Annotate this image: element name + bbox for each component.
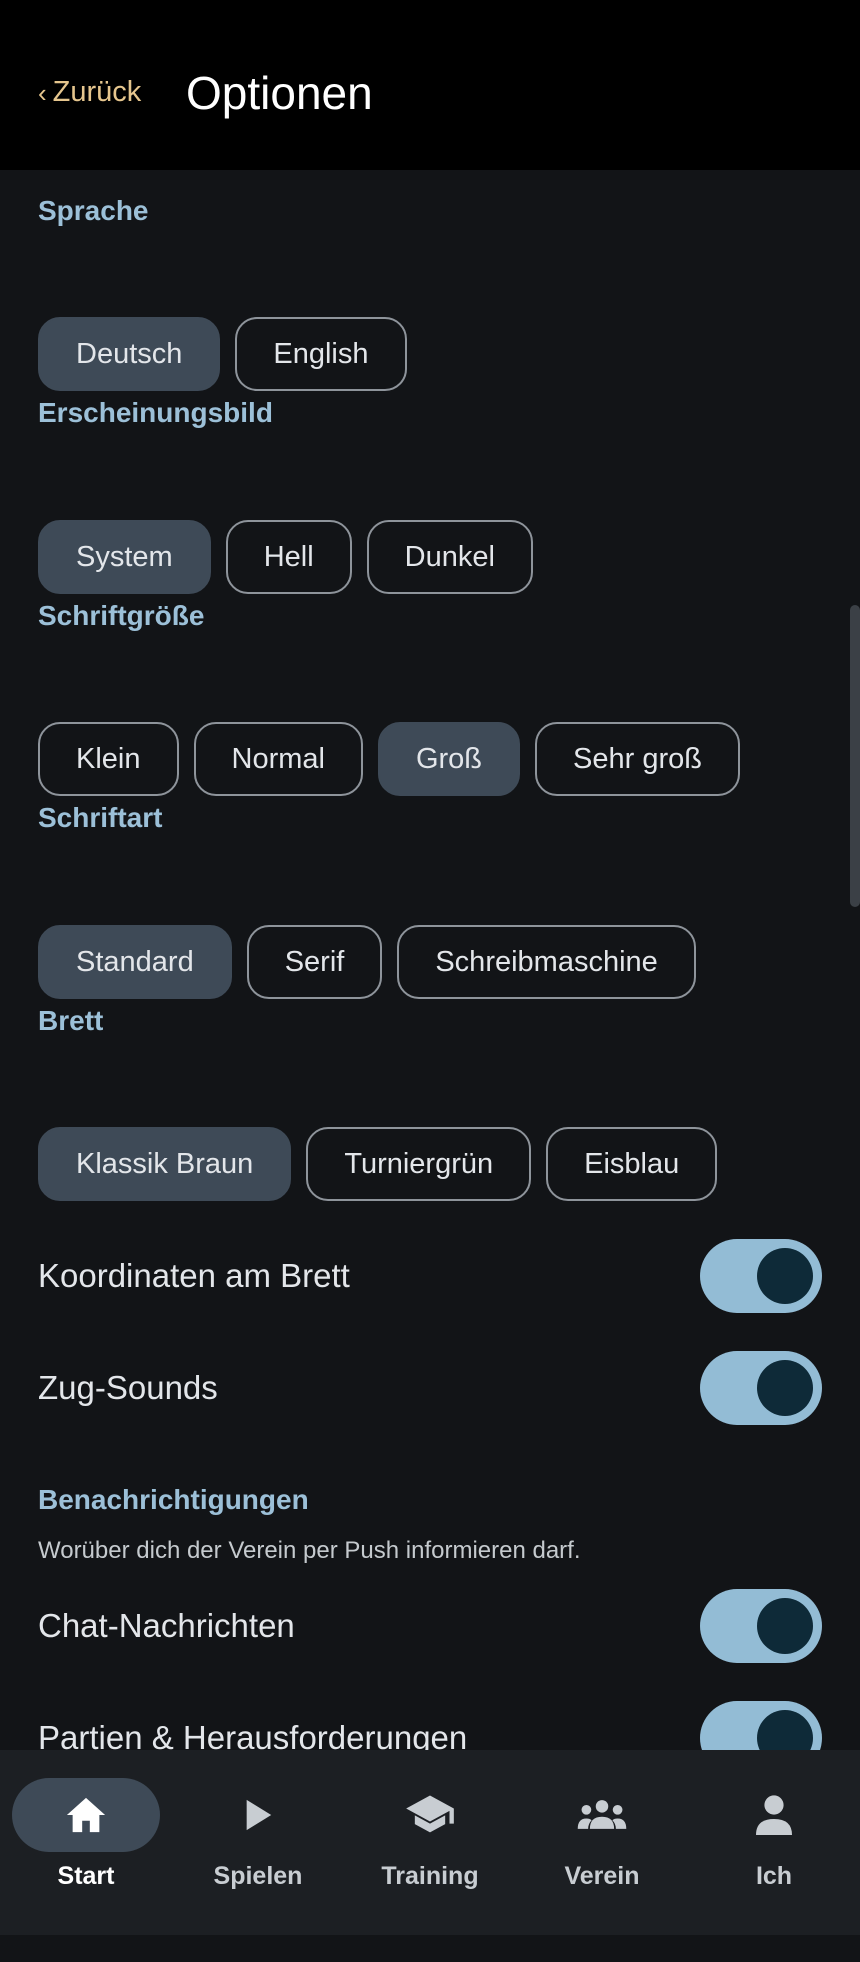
chip-system[interactable]: System (38, 520, 211, 594)
nav-label-ich: Ich (755, 1862, 793, 1890)
nav-item-training[interactable]: Training (344, 1750, 516, 1935)
nav-label-training: Training (381, 1862, 479, 1890)
back-button[interactable]: ‹ Zurück (38, 76, 141, 109)
nav-item-ich[interactable]: Ich (688, 1750, 860, 1935)
system-gesture-bar (0, 1935, 860, 1962)
chip-group-appearance: System Hell Dunkel (38, 520, 533, 594)
chip-schreibmaschine[interactable]: Schreibmaschine (397, 925, 696, 999)
school-icon (404, 1788, 456, 1842)
section-title-language: Sprache (38, 195, 149, 226)
setting-label-sounds: Zug-Sounds (38, 1369, 218, 1406)
games-toggle[interactable] (700, 1701, 822, 1750)
toggle-knob (757, 1710, 813, 1750)
sounds-toggle[interactable] (700, 1351, 822, 1425)
section-title-appearance: Erscheinungsbild (38, 397, 273, 428)
nav-label-verein: Verein (564, 1862, 640, 1890)
setting-row-sounds: Zug-Sounds (38, 1350, 822, 1426)
chip-deutsch[interactable]: Deutsch (38, 317, 221, 391)
chip-group-font-size: Klein Normal Groß Sehr groß (38, 722, 740, 796)
toggle-knob (757, 1360, 813, 1416)
home-icon (60, 1788, 112, 1842)
chip-group-font: Standard Serif Schreibmaschine (38, 925, 696, 999)
section-title-board: Brett (38, 1005, 104, 1036)
chevron-left-icon: ‹ (38, 77, 47, 108)
chip-klein[interactable]: Klein (38, 722, 179, 796)
person-icon (748, 1788, 800, 1842)
toggle-knob (757, 1248, 813, 1304)
setting-label-coordinates: Koordinaten am Brett (38, 1257, 350, 1294)
notifications-subtitle: Worüber dich der Verein per Push informi… (38, 1537, 581, 1564)
chip-group-language: Deutsch English (38, 317, 407, 391)
page-title: Optionen (186, 67, 373, 119)
section-title-notifications: Benachrichtigungen (38, 1484, 309, 1515)
section-title-font: Schriftart (38, 802, 163, 833)
back-label: Zurück (52, 76, 142, 108)
chip-eisblau[interactable]: Eisblau (546, 1127, 718, 1201)
chip-normal[interactable]: Normal (193, 722, 363, 796)
options-content[interactable]: Sprache Deutsch English Erscheinungsbild… (0, 170, 860, 1750)
nav-item-start[interactable]: Start (0, 1750, 172, 1935)
chip-turniergruen[interactable]: Turniergrün (306, 1127, 532, 1201)
chat-toggle[interactable] (700, 1589, 822, 1663)
chip-hell[interactable]: Hell (225, 520, 352, 594)
chip-sehr-gross[interactable]: Sehr groß (535, 722, 740, 796)
chip-gross[interactable]: Groß (377, 722, 521, 796)
bottom-navigation: Start Spielen Training Verein Ich (0, 1750, 860, 1935)
setting-label-games: Partien & Herausforderungen (38, 1719, 468, 1750)
section-title-font-size: Schriftgröße (38, 600, 205, 631)
nav-item-verein[interactable]: Verein (516, 1750, 688, 1935)
setting-row-coordinates: Koordinaten am Brett (38, 1238, 822, 1314)
chip-dunkel[interactable]: Dunkel (366, 520, 533, 594)
nav-item-spielen[interactable]: Spielen (172, 1750, 344, 1935)
nav-label-start: Start (57, 1862, 115, 1890)
setting-label-chat: Chat-Nachrichten (38, 1607, 295, 1644)
chip-klassik-braun[interactable]: Klassik Braun (38, 1127, 292, 1201)
toggle-knob (757, 1598, 813, 1654)
group-icon (576, 1788, 628, 1842)
chip-standard[interactable]: Standard (38, 925, 232, 999)
coordinates-toggle[interactable] (700, 1239, 822, 1313)
nav-label-spielen: Spielen (213, 1862, 303, 1890)
chip-serif[interactable]: Serif (246, 925, 383, 999)
setting-row-chat: Chat-Nachrichten (38, 1588, 822, 1664)
play-icon (232, 1788, 284, 1842)
chip-english[interactable]: English (235, 317, 407, 391)
chip-group-board: Klassik Braun Turniergrün Eisblau (38, 1127, 718, 1201)
setting-row-games: Partien & Herausforderungen (38, 1700, 822, 1750)
app-header: ‹ Zurück Optionen (0, 0, 860, 170)
scrollbar[interactable] (850, 605, 860, 907)
